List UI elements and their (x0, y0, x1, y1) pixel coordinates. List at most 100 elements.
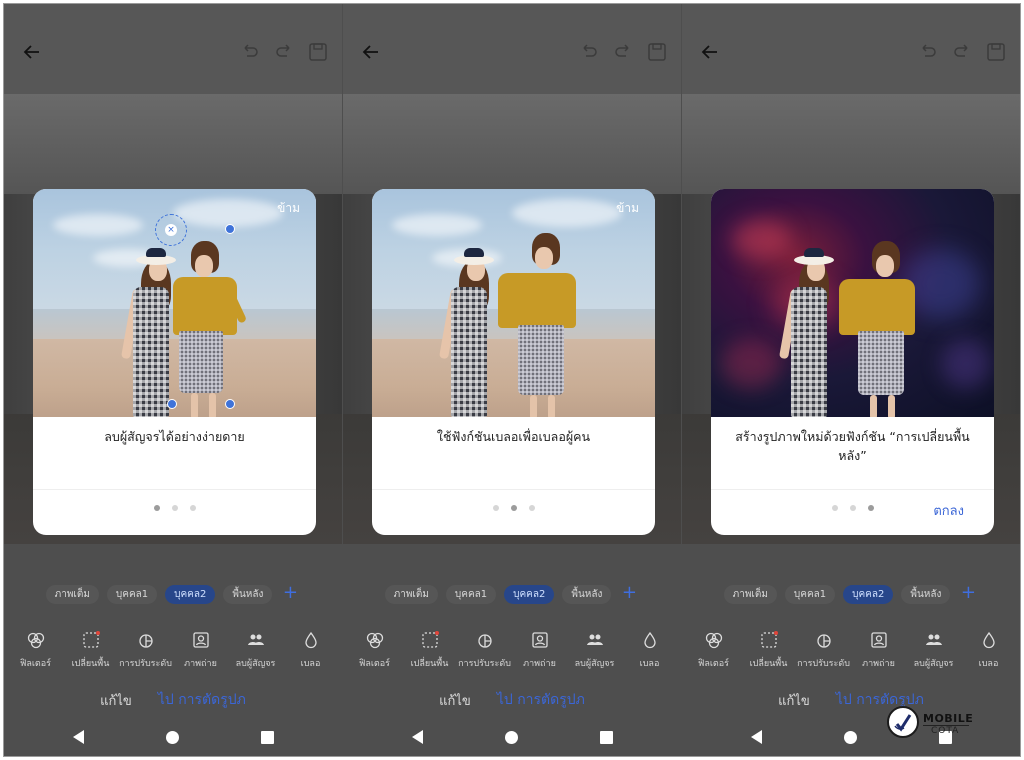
tab-background[interactable]: พื้นหลัง (562, 584, 612, 604)
nav-recents-icon[interactable] (599, 730, 613, 744)
tool-filter[interactable]: ฟิลเตอร์ (9, 630, 63, 670)
nav-home-icon[interactable] (843, 730, 857, 744)
undo-icon[interactable] (240, 43, 260, 61)
tool-background-change[interactable]: เปลี่ยนพื้น (64, 630, 118, 670)
add-tab-icon[interactable]: + (619, 584, 639, 604)
page-dot (867, 505, 874, 511)
tab-person-1[interactable]: บุคคล1 (784, 584, 836, 604)
blur-icon (982, 631, 995, 649)
tab-person-2[interactable]: บุคคล2 (165, 584, 216, 604)
undo-icon[interactable] (918, 43, 938, 61)
tool-label: การปรับระดับ (119, 659, 172, 669)
tool-blur[interactable]: เบลอ (623, 630, 677, 670)
redo-icon[interactable] (613, 43, 633, 61)
save-icon[interactable] (986, 43, 1006, 61)
tool-row: ฟิลเตอร์ เปลี่ยนพื้น การปรับระดับ ภาพถ่า… (343, 630, 681, 670)
nav-back-icon[interactable] (411, 730, 423, 744)
tool-adjust[interactable]: การปรับระดับ (797, 630, 851, 670)
nav-back-icon[interactable] (72, 730, 84, 744)
page-indicator (33, 505, 316, 511)
redo-icon[interactable] (952, 43, 972, 61)
tool-label: เปลี่ยนพื้น (410, 659, 449, 669)
blur-icon (304, 631, 317, 649)
tab-person-1[interactable]: บุคคล1 (445, 584, 497, 604)
back-arrow-icon[interactable] (700, 42, 720, 62)
page-dot (171, 505, 178, 511)
remove-passerby-icon (925, 634, 942, 645)
tool-label: เบลอ (300, 659, 321, 669)
nav-back-icon[interactable] (750, 730, 762, 744)
bottom-toolbar: ภาพเต็ม บุคคล1 บุคคล2 พื้นหลัง + ฟิลเตอร… (343, 544, 681, 756)
tutorial-text: สร้างรูปภาพใหม่ด้วยฟังก์ชัน “การเปลี่ยนพ… (735, 429, 970, 463)
tool-remove-passerby[interactable]: ลบผู้สัญจร (229, 630, 283, 670)
tab-full-image[interactable]: ภาพเต็ม (45, 584, 99, 604)
remove-selection-icon[interactable]: × (165, 224, 177, 236)
back-arrow-icon[interactable] (361, 42, 381, 62)
tool-adjust[interactable]: การปรับระดับ (119, 630, 173, 670)
watermark-text: MOBILE (923, 712, 974, 725)
tool-blur[interactable]: เบลอ (284, 630, 338, 670)
tab-person-1[interactable]: บุคคล1 (106, 584, 158, 604)
skip-button[interactable]: ข้าม (616, 199, 639, 218)
subject-tabs: ภาพเต็ม บุคคล1 บุคคล2 พื้นหลัง + (682, 584, 1020, 604)
selection-handle-icon[interactable] (167, 399, 177, 409)
tab-full-image[interactable]: ภาพเต็ม (723, 584, 777, 604)
edit-tab[interactable]: แก้ไข (778, 690, 810, 711)
crop-tab[interactable]: ไป การตัดรูปภ (497, 689, 585, 711)
tool-background-change[interactable]: เปลี่ยนพื้น (742, 630, 796, 670)
selection-handle-icon[interactable] (225, 224, 235, 234)
screen-panel-2: ภาพเต็ม บุคคล1 บุคคล2 พื้นหลัง + ฟิลเตอร… (343, 4, 681, 756)
tool-label: ลบผู้สัญจร (235, 659, 276, 669)
tool-remove-passerby[interactable]: ลบผู้สัญจร (907, 630, 961, 670)
watermark-logo: MOBILE COTA (887, 706, 1007, 742)
redo-icon[interactable] (274, 43, 294, 61)
edit-tab[interactable]: แก้ไข (100, 690, 132, 711)
ok-button[interactable]: ตกลง (933, 500, 964, 521)
watermark-subtext: COTA (931, 726, 960, 736)
tutorial-image: ข้าม (372, 189, 655, 417)
tool-portrait[interactable]: ภาพถ่าย (513, 630, 567, 670)
tool-filter[interactable]: ฟิลเตอร์ (687, 630, 741, 670)
tab-background[interactable]: พื้นหลัง (223, 584, 273, 604)
crop-tab[interactable]: ไป การตัดรูปภ (158, 689, 246, 711)
tab-background[interactable]: พื้นหลัง (901, 584, 951, 604)
save-icon[interactable] (647, 43, 667, 61)
tool-portrait[interactable]: ภาพถ่าย (852, 630, 906, 670)
back-arrow-icon[interactable] (22, 42, 42, 62)
tool-label: เบลอ (639, 659, 660, 669)
undo-icon[interactable] (579, 43, 599, 61)
adjust-icon (477, 634, 492, 648)
background-change-icon (82, 631, 100, 648)
tool-remove-passerby[interactable]: ลบผู้สัญจร (568, 630, 622, 670)
tool-label: ฟิลเตอร์ (358, 659, 391, 669)
page-dot (528, 505, 535, 511)
tab-person-2[interactable]: บุคคล2 (504, 584, 555, 604)
tool-row: ฟิลเตอร์ เปลี่ยนพื้น การปรับระดับ ภาพถ่า… (4, 630, 342, 670)
tool-portrait[interactable]: ภาพถ่าย (174, 630, 228, 670)
nav-recents-icon[interactable] (260, 730, 274, 744)
top-bar (343, 4, 681, 94)
save-icon[interactable] (308, 43, 328, 61)
tutorial-dialog: × ข้าม ลบผู้สัญจรได้อย่างง่ายดาย (33, 189, 316, 535)
edit-tab[interactable]: แก้ไข (439, 690, 471, 711)
remove-passerby-icon (247, 634, 264, 645)
nav-home-icon[interactable] (165, 730, 179, 744)
page-dot (153, 505, 160, 511)
skip-button[interactable]: ข้าม (277, 199, 300, 218)
screenshot-frame: ภาพเต็ม บุคคล1 บุคคล2 พื้นหลัง + ฟิลเตอร… (3, 3, 1021, 757)
tool-background-change[interactable]: เปลี่ยนพื้น (403, 630, 457, 670)
adjust-icon (816, 634, 831, 648)
add-tab-icon[interactable]: + (280, 584, 300, 604)
tab-person-2[interactable]: บุคคล2 (843, 584, 894, 604)
nav-home-icon[interactable] (504, 730, 518, 744)
tool-blur[interactable]: เบลอ (962, 630, 1016, 670)
tool-label: ภาพถ่าย (862, 659, 895, 669)
filter-icon (705, 632, 722, 649)
tab-full-image[interactable]: ภาพเต็ม (384, 584, 438, 604)
tool-label: ฟิลเตอร์ (19, 659, 52, 669)
tool-filter[interactable]: ฟิลเตอร์ (348, 630, 402, 670)
page-dot (492, 505, 499, 511)
tool-adjust[interactable]: การปรับระดับ (458, 630, 512, 670)
add-tab-icon[interactable]: + (958, 584, 978, 604)
selection-handle-icon[interactable] (225, 399, 235, 409)
